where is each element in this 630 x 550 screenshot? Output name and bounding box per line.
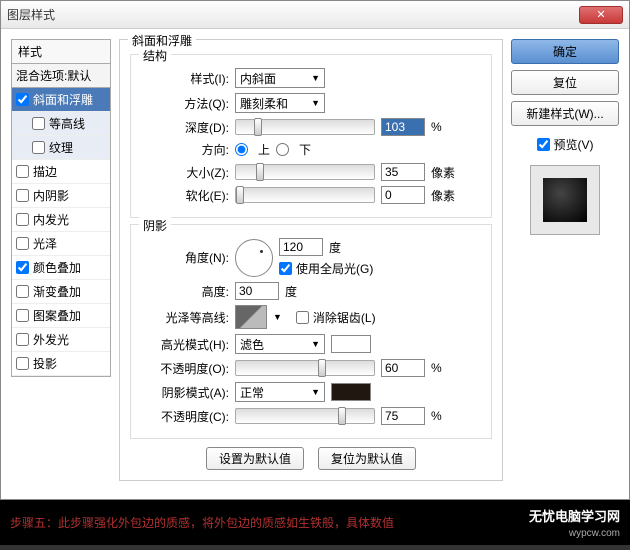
blend-options[interactable]: 混合选项:默认 [11, 64, 111, 88]
chevron-down-icon[interactable]: ▼ [273, 312, 282, 322]
footer-brand: 无忧电脑学习网 [529, 509, 620, 524]
style-item-1[interactable]: 等高线 [12, 112, 110, 136]
highlight-opacity-input[interactable] [381, 359, 425, 377]
gloss-contour-label: 光泽等高线: [141, 309, 229, 326]
altitude-input[interactable] [235, 282, 279, 300]
style-label: 颜色叠加 [33, 259, 81, 276]
style-checkbox[interactable] [16, 285, 29, 298]
style-checkbox[interactable] [16, 189, 29, 202]
styles-panel: 样式 混合选项:默认 斜面和浮雕等高线纹理描边内阴影内发光光泽颜色叠加渐变叠加图… [11, 39, 111, 489]
style-item-6[interactable]: 光泽 [12, 232, 110, 256]
direction-down-radio[interactable]: 下 [276, 141, 311, 158]
style-item-8[interactable]: 渐变叠加 [12, 280, 110, 304]
size-input[interactable] [381, 163, 425, 181]
style-label: 描边 [33, 163, 57, 180]
window-title: 图层样式 [7, 6, 579, 23]
style-checkbox[interactable] [16, 261, 29, 274]
shadow-color-swatch[interactable] [331, 383, 371, 401]
style-label: 样式(I): [141, 70, 229, 87]
chevron-down-icon: ▼ [311, 339, 320, 349]
shadow-mode-select[interactable]: 正常▼ [235, 382, 325, 402]
highlight-opacity-slider[interactable] [235, 360, 375, 376]
style-checkbox[interactable] [16, 93, 29, 106]
footer-hint: 步骤五：此步骤强化外包边的质感，将外包边的质感如生铁般，具体数值 [10, 514, 529, 531]
style-checkbox[interactable] [32, 141, 45, 154]
cancel-button[interactable]: 复位 [511, 70, 619, 95]
method-label: 方法(Q): [141, 95, 229, 112]
style-item-4[interactable]: 内阴影 [12, 184, 110, 208]
antialias-checkbox[interactable]: 消除锯齿(L) [296, 309, 376, 326]
style-checkbox[interactable] [16, 333, 29, 346]
style-label: 内发光 [33, 211, 69, 228]
preview-thumbnail [530, 165, 600, 235]
soften-input[interactable] [381, 186, 425, 204]
footer-brand-sub: wypcw.com [569, 528, 620, 539]
style-item-10[interactable]: 外发光 [12, 328, 110, 352]
global-light-checkbox[interactable]: 使用全局光(G) [279, 260, 373, 277]
chevron-down-icon: ▼ [311, 387, 320, 397]
size-label: 大小(Z): [141, 164, 229, 181]
depth-input[interactable] [381, 118, 425, 136]
size-slider[interactable] [235, 164, 375, 180]
preview-checkbox[interactable]: 预览(V) [511, 136, 619, 153]
style-item-5[interactable]: 内发光 [12, 208, 110, 232]
style-item-0[interactable]: 斜面和浮雕 [12, 88, 110, 112]
depth-label: 深度(D): [141, 119, 229, 136]
style-label: 等高线 [49, 115, 85, 132]
angle-input[interactable] [279, 238, 323, 256]
style-checkbox[interactable] [16, 309, 29, 322]
style-item-7[interactable]: 颜色叠加 [12, 256, 110, 280]
gloss-contour-picker[interactable] [235, 305, 267, 329]
depth-slider[interactable] [235, 119, 375, 135]
style-item-3[interactable]: 描边 [12, 160, 110, 184]
style-label: 斜面和浮雕 [33, 91, 93, 108]
direction-up-radio[interactable]: 上 [235, 141, 270, 158]
angle-label: 角度(N): [141, 249, 229, 266]
chevron-down-icon: ▼ [311, 73, 320, 83]
angle-wheel[interactable] [235, 239, 273, 277]
style-label: 渐变叠加 [33, 283, 81, 300]
highlight-opacity-label: 不透明度(O): [141, 360, 229, 377]
altitude-label: 高度: [141, 283, 229, 300]
set-default-button[interactable]: 设置为默认值 [206, 447, 304, 470]
structure-group: 结构 样式(I): 内斜面▼ 方法(Q): 雕刻柔和▼ [130, 54, 492, 218]
style-checkbox[interactable] [16, 237, 29, 250]
highlight-color-swatch[interactable] [331, 335, 371, 353]
soften-slider[interactable] [235, 187, 375, 203]
style-checkbox[interactable] [16, 165, 29, 178]
style-label: 内阴影 [33, 187, 69, 204]
styles-header: 样式 [11, 39, 111, 64]
style-label: 光泽 [33, 235, 57, 252]
shadow-opacity-input[interactable] [381, 407, 425, 425]
style-label: 投影 [33, 355, 57, 372]
style-checkbox[interactable] [16, 357, 29, 370]
chevron-down-icon: ▼ [311, 98, 320, 108]
direction-label: 方向: [141, 141, 229, 158]
bevel-section: 斜面和浮雕 结构 样式(I): 内斜面▼ 方法(Q): 雕刻柔和▼ [119, 39, 503, 481]
shading-group: 阴影 角度(N): 度 使用全局光(G) 高度: [130, 224, 492, 439]
method-select[interactable]: 雕刻柔和▼ [235, 93, 325, 113]
highlight-mode-label: 高光模式(H): [141, 336, 229, 353]
ok-button[interactable]: 确定 [511, 39, 619, 64]
style-checkbox[interactable] [16, 213, 29, 226]
shadow-opacity-slider[interactable] [235, 408, 375, 424]
highlight-mode-select[interactable]: 滤色▼ [235, 334, 325, 354]
style-item-2[interactable]: 纹理 [12, 136, 110, 160]
reset-default-button[interactable]: 复位为默认值 [318, 447, 416, 470]
style-item-11[interactable]: 投影 [12, 352, 110, 376]
style-label: 图案叠加 [33, 307, 81, 324]
soften-label: 软化(E): [141, 187, 229, 204]
style-select[interactable]: 内斜面▼ [235, 68, 325, 88]
shadow-opacity-label: 不透明度(C): [141, 408, 229, 425]
style-label: 纹理 [49, 139, 73, 156]
style-item-9[interactable]: 图案叠加 [12, 304, 110, 328]
style-label: 外发光 [33, 331, 69, 348]
close-button[interactable]: ✕ [579, 6, 623, 24]
new-style-button[interactable]: 新建样式(W)... [511, 101, 619, 126]
style-checkbox[interactable] [32, 117, 45, 130]
shadow-mode-label: 阴影模式(A): [141, 384, 229, 401]
